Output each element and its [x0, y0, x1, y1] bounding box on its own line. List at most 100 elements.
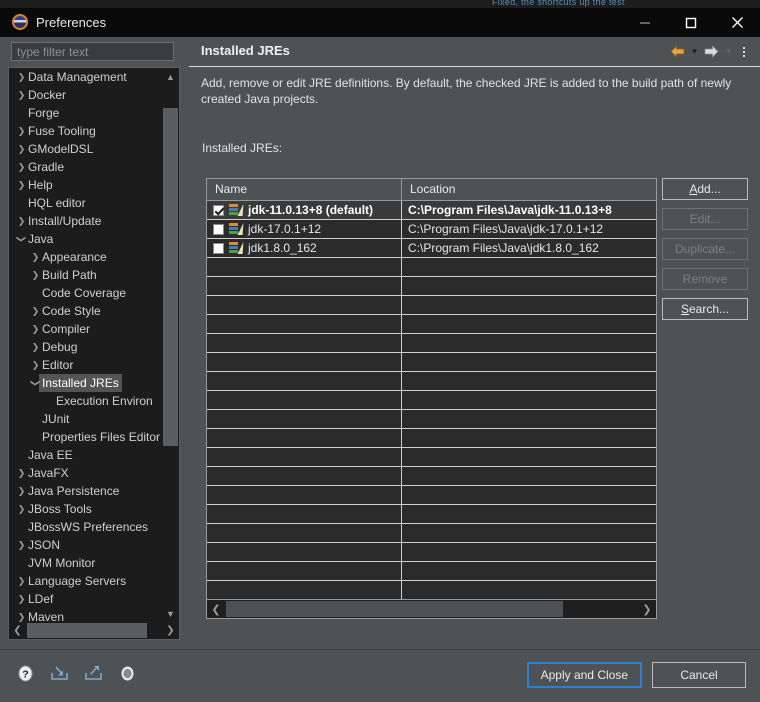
sidebar-item-gradle[interactable]: ❯ Gradle [9, 158, 161, 176]
scroll-down-icon[interactable]: ▼ [162, 605, 179, 622]
table-scroll-right-icon[interactable]: ❯ [638, 600, 656, 618]
sidebar-item-java[interactable]: ❯ Java [9, 230, 161, 248]
table-row-empty[interactable] [207, 296, 656, 315]
sidebar-item-java-ee[interactable]: Java EE [9, 446, 161, 464]
cancel-button[interactable]: Cancel [652, 662, 746, 688]
maximize-button[interactable] [668, 8, 714, 37]
apply-and-close-button[interactable]: Apply and Close [526, 662, 642, 688]
close-button[interactable] [714, 8, 760, 37]
chevron-right-icon[interactable]: ❯ [29, 356, 42, 374]
sidebar-item-docker[interactable]: ❯ Docker [9, 86, 161, 104]
table-row-empty[interactable] [207, 562, 656, 581]
chevron-right-icon[interactable]: ❯ [15, 122, 28, 140]
chevron-right-icon[interactable]: ❯ [15, 482, 28, 500]
chevron-right-icon[interactable]: ❯ [15, 590, 28, 608]
chevron-right-icon[interactable]: ❯ [15, 536, 28, 554]
table-row-empty[interactable] [207, 372, 656, 391]
table-row[interactable]: jdk1.8.0_162 C:\Program Files\Java\jdk1.8… [207, 239, 656, 258]
import-icon[interactable] [48, 662, 70, 684]
add-button[interactable]: Add... [662, 178, 748, 200]
table-row-empty[interactable] [207, 277, 656, 296]
table-row-empty[interactable] [207, 581, 656, 600]
vertical-scroll-thumb[interactable] [163, 108, 178, 446]
jre-table[interactable]: Name Location jdk-11.0.13+8 (default) C:\… [206, 178, 657, 619]
chevron-right-icon[interactable]: ❯ [29, 338, 42, 356]
help-icon[interactable]: ? [14, 662, 36, 684]
table-row-empty[interactable] [207, 410, 656, 429]
table-row-empty[interactable] [207, 429, 656, 448]
table-row-empty[interactable] [207, 258, 656, 277]
sidebar-item-language-servers[interactable]: ❯ Language Servers [9, 572, 161, 590]
horizontal-scroll-thumb[interactable] [27, 623, 147, 638]
sidebar-item-jvm-monitor[interactable]: JVM Monitor [9, 554, 161, 572]
minimize-button[interactable] [622, 8, 668, 37]
table-scroll-left-icon[interactable]: ❮ [207, 600, 225, 618]
sphere-icon[interactable] [116, 662, 138, 684]
tree-horizontal-scrollbar[interactable]: ❮ ❯ [9, 622, 179, 639]
back-dropdown-icon[interactable]: ▼ [689, 42, 700, 61]
table-row-empty[interactable] [207, 353, 656, 372]
sidebar-item-editor[interactable]: ❯ Editor [9, 356, 161, 374]
sidebar-item-jbossws-preferences[interactable]: JBossWS Preferences [9, 518, 161, 536]
sidebar-item-forge[interactable]: Forge [9, 104, 161, 122]
chevron-right-icon[interactable]: ❯ [15, 572, 28, 590]
chevron-right-icon[interactable]: ❯ [15, 464, 28, 482]
table-row-empty[interactable] [207, 334, 656, 353]
table-row[interactable]: jdk-11.0.13+8 (default) C:\Program Files\… [207, 201, 656, 220]
tree-vertical-scrollbar[interactable]: ▲ ▼ [162, 68, 179, 622]
back-arrow-icon[interactable] [668, 42, 687, 61]
sidebar-item-properties-files-editor[interactable]: Properties Files Editor [9, 428, 161, 446]
chevron-right-icon[interactable]: ❯ [29, 320, 42, 338]
sidebar-item-help[interactable]: ❯ Help [9, 176, 161, 194]
sidebar-item-appearance[interactable]: ❯ Appearance [9, 248, 161, 266]
sidebar-item-hql-editor[interactable]: HQL editor [9, 194, 161, 212]
scroll-up-icon[interactable]: ▲ [162, 68, 179, 85]
table-row[interactable]: jdk-17.0.1+12 C:\Program Files\Java\jdk-1… [207, 220, 656, 239]
filter-input[interactable]: type filter text [11, 42, 174, 61]
sidebar-item-code-style[interactable]: ❯ Code Style [9, 302, 161, 320]
chevron-right-icon[interactable]: ❯ [15, 68, 28, 86]
chevron-right-icon[interactable]: ❯ [29, 266, 42, 284]
chevron-right-icon[interactable]: ❯ [15, 212, 28, 230]
kebab-menu-icon[interactable] [736, 42, 752, 61]
jre-checkbox[interactable] [213, 242, 224, 254]
forward-arrow-icon[interactable] [702, 42, 721, 61]
chevron-right-icon[interactable]: ❯ [15, 86, 28, 104]
chevron-down-icon[interactable]: ❯ [27, 377, 45, 390]
chevron-down-icon[interactable]: ❯ [13, 233, 31, 246]
sidebar-item-install-update[interactable]: ❯ Install/Update [9, 212, 161, 230]
table-row-empty[interactable] [207, 315, 656, 334]
scroll-left-icon[interactable]: ❮ [9, 622, 26, 639]
table-row-empty[interactable] [207, 486, 656, 505]
chevron-right-icon[interactable]: ❯ [15, 158, 28, 176]
sidebar-item-execution-environ[interactable]: Execution Environ [9, 392, 161, 410]
sidebar-item-build-path[interactable]: ❯ Build Path [9, 266, 161, 284]
table-row-empty[interactable] [207, 505, 656, 524]
chevron-right-icon[interactable]: ❯ [29, 248, 42, 266]
table-horizontal-scrollbar[interactable]: ❮ ❯ [207, 599, 656, 618]
scroll-right-icon[interactable]: ❯ [162, 622, 179, 639]
table-row-empty[interactable] [207, 391, 656, 410]
sidebar-item-javafx[interactable]: ❯ JavaFX [9, 464, 161, 482]
table-row-empty[interactable] [207, 524, 656, 543]
sidebar-item-fuse-tooling[interactable]: ❯ Fuse Tooling [9, 122, 161, 140]
chevron-right-icon[interactable]: ❯ [29, 302, 42, 320]
table-row-empty[interactable] [207, 448, 656, 467]
jre-checkbox[interactable] [213, 204, 224, 216]
column-header-location[interactable]: Location [402, 179, 656, 200]
sidebar-item-json[interactable]: ❯ JSON [9, 536, 161, 554]
table-row-empty[interactable] [207, 543, 656, 562]
chevron-right-icon[interactable]: ❯ [15, 176, 28, 194]
column-header-name[interactable]: Name [207, 179, 402, 200]
export-icon[interactable] [82, 662, 104, 684]
chevron-right-icon[interactable]: ❯ [15, 140, 28, 158]
sidebar-item-installed-jres[interactable]: ❯ Installed JREs [9, 374, 161, 392]
sidebar-item-data-management[interactable]: ❯ Data Management [9, 68, 161, 86]
sidebar-item-junit[interactable]: JUnit [9, 410, 161, 428]
sidebar-item-java-persistence[interactable]: ❯ Java Persistence [9, 482, 161, 500]
search-button[interactable]: Search... [662, 298, 748, 320]
table-scroll-thumb[interactable] [226, 601, 563, 617]
chevron-right-icon[interactable]: ❯ [15, 500, 28, 518]
sidebar-item-code-coverage[interactable]: Code Coverage [9, 284, 161, 302]
table-row-empty[interactable] [207, 467, 656, 486]
